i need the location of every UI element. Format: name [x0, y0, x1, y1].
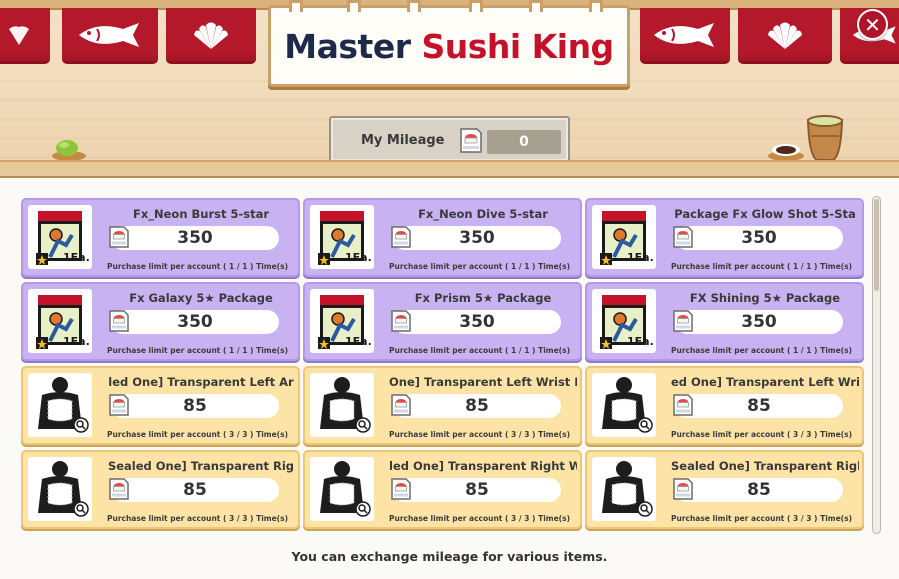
sushi-coin-icon: [672, 225, 694, 253]
purchase-limit: Purchase limit per account ( 3 / 3 ) Tim…: [106, 430, 288, 439]
armband-silhouette-icon: [310, 457, 374, 521]
purchase-limit: Purchase limit per account ( 1 / 1 ) Tim…: [670, 346, 852, 355]
item-name: One] Transparent Left Wrist E: [389, 375, 577, 389]
item-price: 350: [675, 226, 843, 250]
sushi-coin-icon: [108, 225, 130, 253]
sushi-coin-icon: [672, 477, 694, 505]
sushi-coin-icon: [108, 477, 130, 505]
purchase-limit: Purchase limit per account ( 3 / 3 ) Tim…: [388, 430, 570, 439]
item-name: Fx Prism 5★ Package: [414, 291, 552, 305]
item-card[interactable]: 1Ea. Package Fx Glow Shot 5-Sta 350 Purc…: [585, 198, 864, 277]
item-card[interactable]: Sealed One] Transparent Righ 85 Purchase…: [585, 450, 864, 529]
header-banner: Master Sushi King My Mileage 0 ✕: [0, 0, 899, 178]
item-name: Fx_Neon Dive 5-star: [418, 207, 548, 221]
item-card[interactable]: Sealed One] Transparent Rig 85 Purchase …: [21, 450, 300, 529]
curtain-fish-icon: [640, 8, 730, 64]
soy-sauce-dish-icon: [768, 144, 804, 161]
purchase-limit: Purchase limit per account ( 3 / 3 ) Tim…: [388, 514, 570, 523]
sushi-coin-icon: [460, 128, 482, 153]
item-quantity: 1Ea.: [345, 251, 372, 264]
item-card[interactable]: 1Ea. Fx Prism 5★ Package 350 Purchase li…: [303, 282, 582, 361]
item-price: 85: [111, 478, 279, 502]
close-icon: ✕: [864, 12, 881, 37]
item-name: led One] Transparent Left Ar: [108, 375, 294, 389]
sushi-coin-icon: [390, 477, 412, 505]
title-part-master: Master: [284, 26, 411, 66]
item-price: 85: [111, 394, 279, 418]
item-list-scrollbar[interactable]: [872, 196, 881, 534]
item-card[interactable]: 1Ea. Fx_Neon Dive 5-star 350 Purchase li…: [303, 198, 582, 277]
item-quantity: 1Ea.: [63, 335, 90, 348]
item-name: Fx_Neon Burst 5-star: [132, 207, 270, 221]
mileage-label: My Mileage: [361, 133, 445, 148]
item-card[interactable]: led One] Transparent Left Ar 85 Purchase…: [21, 366, 300, 445]
curtain-shell-icon: [738, 8, 832, 64]
item-name: led One] Transparent Right W: [389, 459, 577, 473]
item-price: 85: [675, 394, 843, 418]
purchase-limit: Purchase limit per account ( 1 / 1 ) Tim…: [670, 262, 852, 271]
purchase-limit: Purchase limit per account ( 3 / 3 ) Tim…: [106, 514, 288, 523]
item-price: 350: [393, 226, 561, 250]
mileage-value: 0: [487, 130, 561, 154]
item-card[interactable]: 1Ea. Fx_Neon Burst 5-star 350 Purchase l…: [21, 198, 300, 277]
sushi-coin-icon: [672, 309, 694, 337]
sushi-counter: [0, 160, 899, 178]
item-name: Fx Galaxy 5★ Package: [129, 291, 273, 305]
armband-silhouette-icon: [592, 373, 656, 437]
close-button[interactable]: ✕: [857, 9, 888, 40]
purchase-limit: Purchase limit per account ( 1 / 1 ) Tim…: [388, 346, 570, 355]
tea-cup-icon: [806, 115, 844, 161]
title-board: Master Sushi King: [268, 0, 630, 87]
purchase-limit: Purchase limit per account ( 3 / 3 ) Tim…: [670, 514, 852, 523]
purchase-limit: Purchase limit per account ( 1 / 1 ) Tim…: [106, 346, 288, 355]
item-card[interactable]: 1Ea. Fx Galaxy 5★ Package 350 Purchase l…: [21, 282, 300, 361]
armband-silhouette-icon: [592, 457, 656, 521]
sushi-coin-icon: [390, 393, 412, 421]
title-part-sushi-king: Sushi King: [421, 26, 614, 66]
purchase-limit: Purchase limit per account ( 3 / 3 ) Tim…: [670, 430, 852, 439]
wasabi-dish-icon: [52, 140, 86, 161]
scrollbar-thumb[interactable]: [874, 199, 879, 291]
curtain-fish-icon: [62, 8, 158, 64]
item-quantity: 1Ea.: [345, 335, 372, 348]
mileage-display: My Mileage 0: [329, 116, 570, 163]
armband-silhouette-icon: [310, 373, 374, 437]
curtain-shell-icon: [0, 8, 50, 64]
item-price: 85: [393, 478, 561, 502]
item-quantity: 1Ea.: [627, 335, 654, 348]
item-name: Sealed One] Transparent Righ: [671, 459, 859, 473]
item-name: ed One] Transparent Left Wri: [671, 375, 859, 389]
item-card[interactable]: led One] Transparent Right W 85 Purchase…: [303, 450, 582, 529]
item-price: 85: [393, 394, 561, 418]
armband-silhouette-icon: [28, 457, 92, 521]
item-name: Sealed One] Transparent Rig: [107, 459, 295, 473]
item-quantity: 1Ea.: [627, 251, 654, 264]
item-card[interactable]: One] Transparent Left Wrist E 85 Purchas…: [303, 366, 582, 445]
page-title: Master Sushi King: [284, 26, 614, 66]
curtain-shell-icon: [166, 8, 256, 64]
sushi-coin-icon: [108, 309, 130, 337]
purchase-limit: Purchase limit per account ( 1 / 1 ) Tim…: [106, 262, 288, 271]
item-price: 85: [675, 478, 843, 502]
item-name: FX Shining 5★ Package: [689, 291, 841, 305]
item-name: Package Fx Glow Shot 5-Sta: [674, 207, 856, 221]
sushi-coin-icon: [672, 393, 694, 421]
armband-silhouette-icon: [28, 373, 92, 437]
item-price: 350: [111, 310, 279, 334]
sushi-coin-icon: [390, 309, 412, 337]
item-quantity: 1Ea.: [63, 251, 90, 264]
item-price: 350: [111, 226, 279, 250]
item-price: 350: [393, 310, 561, 334]
footer-hint: You can exchange mileage for various ite…: [291, 549, 608, 564]
item-card[interactable]: 1Ea. FX Shining 5★ Package 350 Purchase …: [585, 282, 864, 361]
sushi-coin-icon: [390, 225, 412, 253]
purchase-limit: Purchase limit per account ( 1 / 1 ) Tim…: [388, 262, 570, 271]
item-card[interactable]: ed One] Transparent Left Wri 85 Purchase…: [585, 366, 864, 445]
sushi-coin-icon: [108, 393, 130, 421]
item-price: 350: [675, 310, 843, 334]
